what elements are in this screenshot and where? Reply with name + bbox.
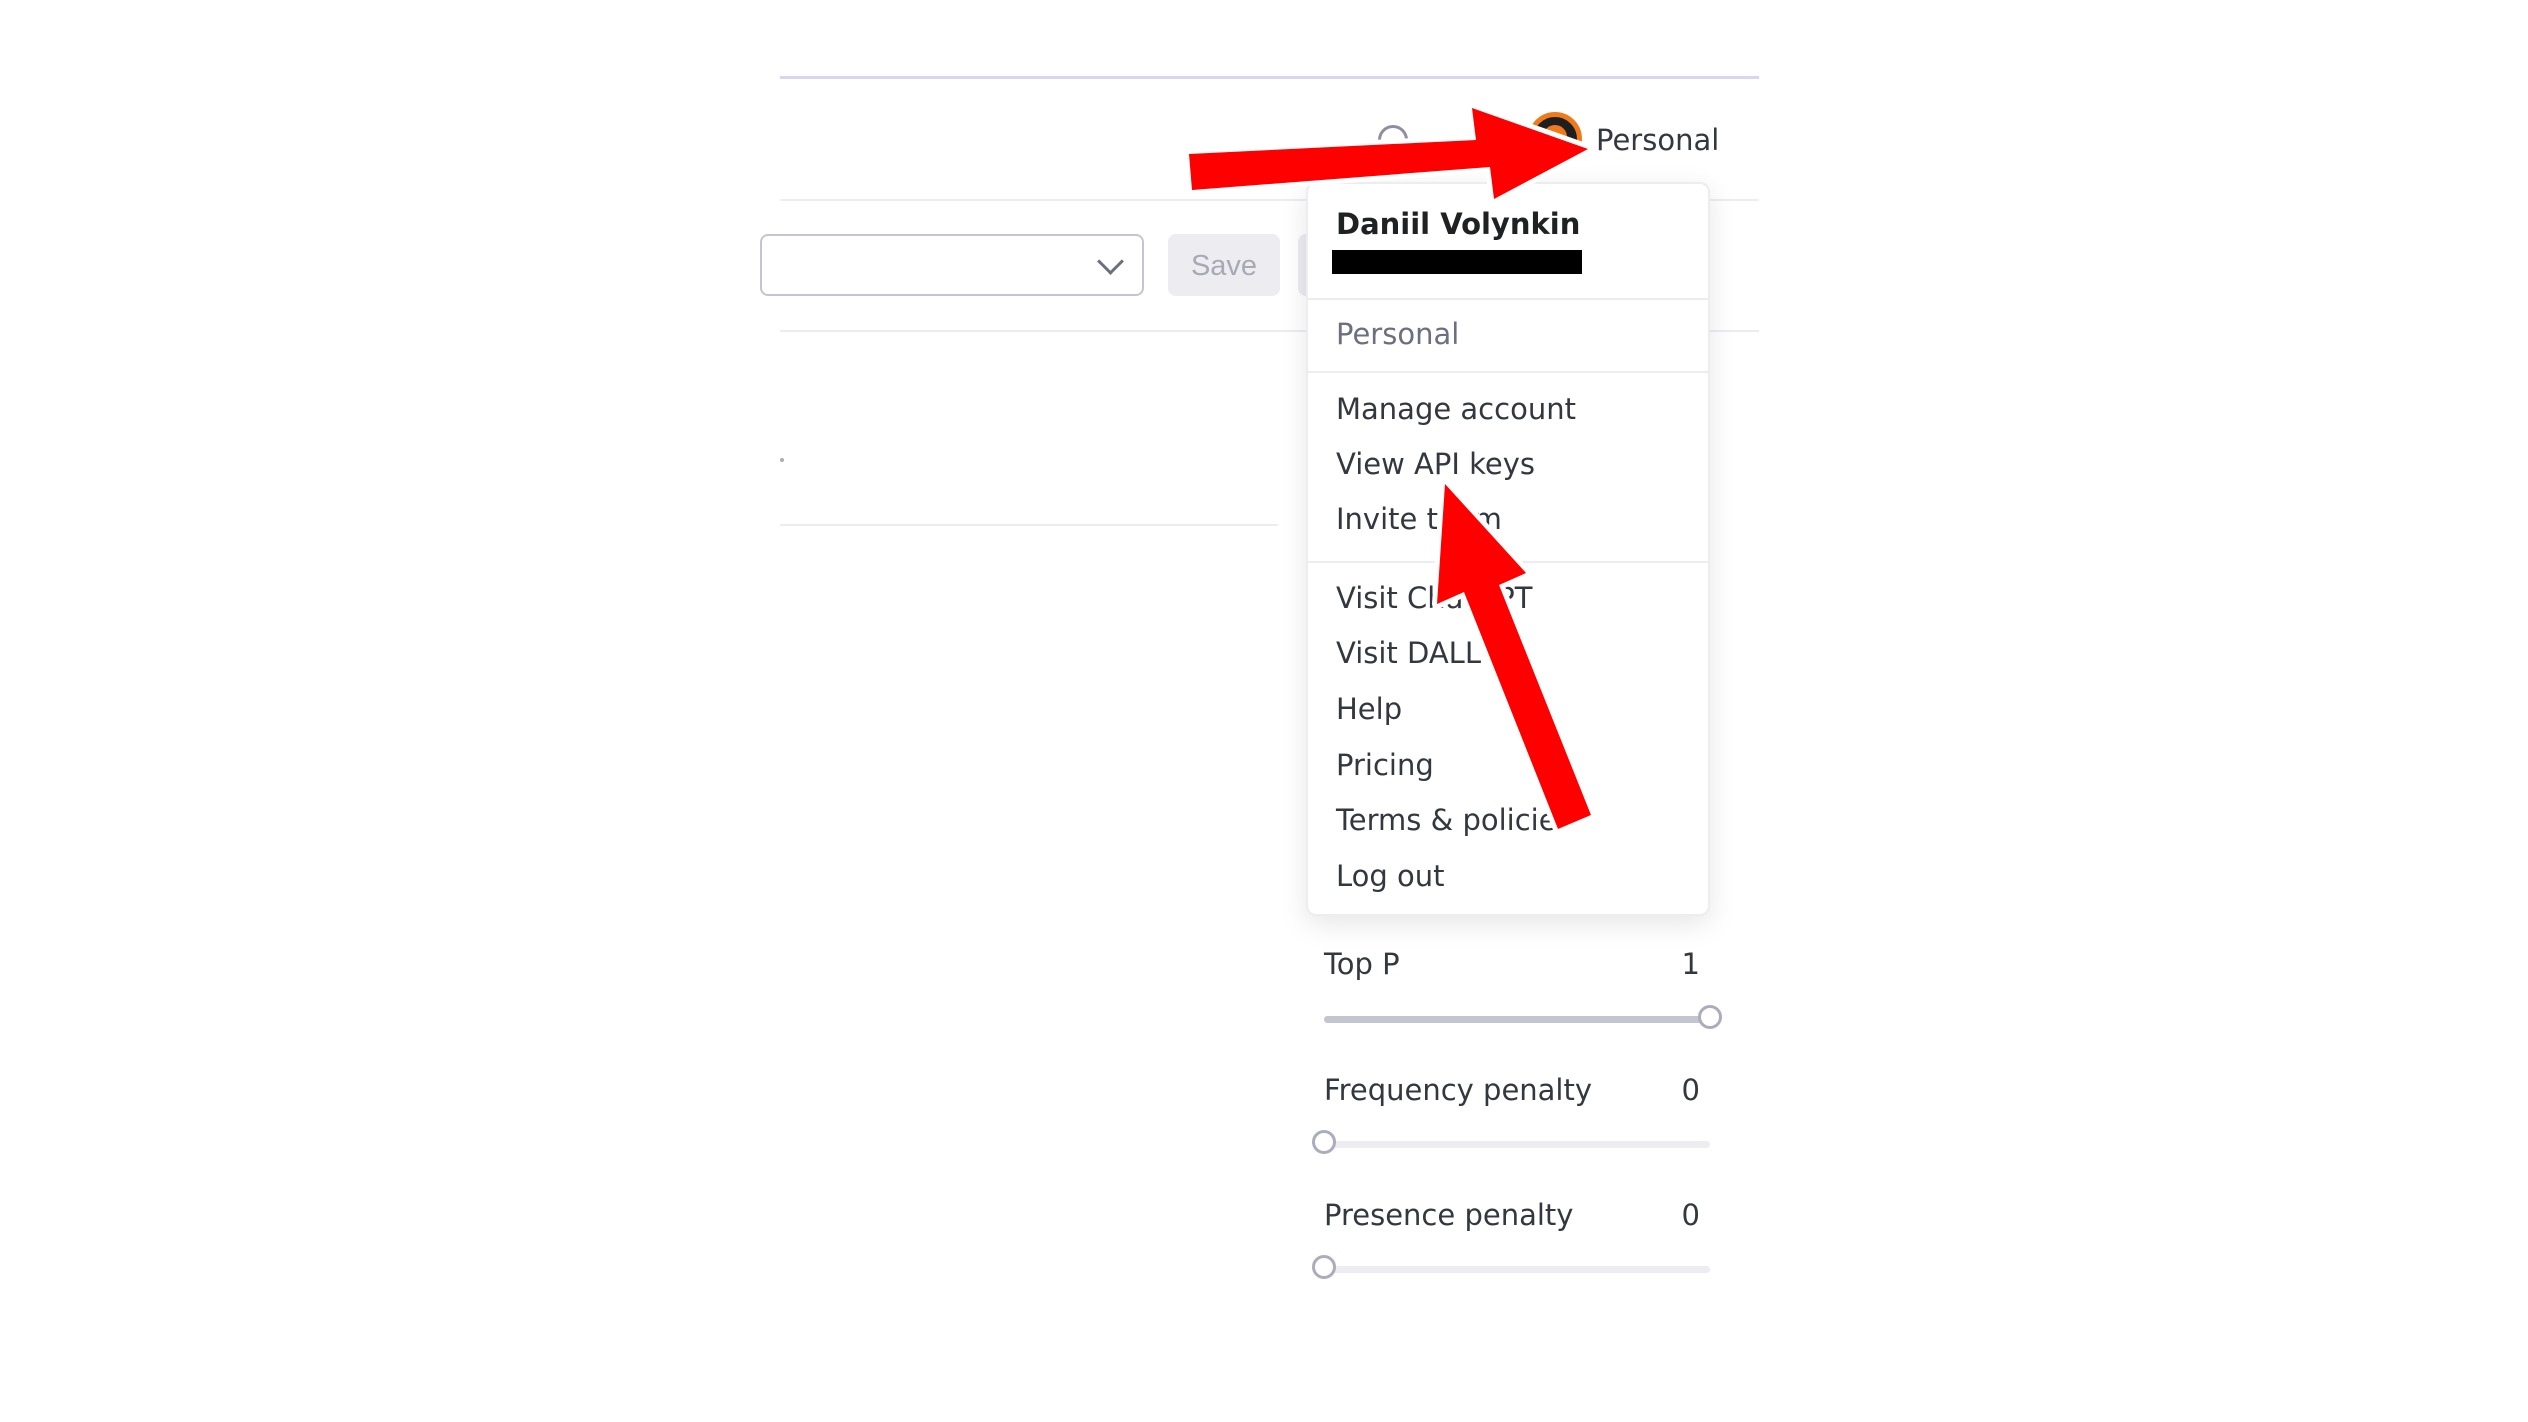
param-label-presence-penalty: Presence penalty — [1324, 1198, 1574, 1232]
param-value-presence-penalty[interactable]: 0 — [1666, 1195, 1700, 1235]
account-menu: Daniil Volynkin Personal Manage account … — [1306, 182, 1710, 916]
menu-divider — [1308, 371, 1708, 373]
menu-item-terms-policies[interactable]: Terms & policies — [1336, 800, 1572, 840]
slider-thumb[interactable] — [1312, 1255, 1336, 1279]
editor-divider — [780, 524, 1278, 526]
param-value-top-p[interactable]: 1 — [1666, 944, 1700, 984]
slider-presence-penalty[interactable] — [1312, 1255, 1710, 1279]
menu-item-pricing[interactable]: Pricing — [1336, 745, 1434, 785]
top-accent-bar — [780, 76, 1759, 79]
slider-thumb[interactable] — [1312, 1130, 1336, 1154]
menu-divider — [1308, 561, 1708, 563]
slider-fill — [1324, 1016, 1710, 1023]
preset-select[interactable] — [760, 234, 1144, 296]
save-button[interactable]: Save — [1168, 234, 1280, 296]
param-label-frequency-penalty: Frequency penalty — [1324, 1073, 1593, 1107]
param-label-top-p: Top P — [1324, 947, 1400, 981]
slider-thumb[interactable] — [1698, 1005, 1722, 1029]
menu-item-help[interactable]: Help — [1336, 689, 1402, 729]
editor-caret — [780, 458, 784, 462]
org-switcher-label[interactable]: Personal — [1596, 120, 1719, 160]
user-avatar[interactable] — [1528, 112, 1582, 166]
screenshot-stage: Personal Save Daniil Volynkin Personal M… — [0, 0, 2528, 1422]
slider-frequency-penalty[interactable] — [1312, 1130, 1710, 1154]
avatar-face — [1543, 125, 1567, 149]
menu-item-visit-dalle[interactable]: Visit DALL·E — [1336, 633, 1509, 673]
chevron-down-icon — [1097, 248, 1124, 275]
slider-top-p[interactable] — [1324, 1005, 1722, 1029]
menu-user-name: Daniil Volynkin — [1336, 207, 1581, 241]
menu-item-visit-chatgpt[interactable]: Visit ChatGPT — [1336, 578, 1532, 618]
menu-org-item[interactable]: Personal — [1336, 314, 1459, 354]
menu-item-manage-account[interactable]: Manage account — [1336, 389, 1576, 429]
menu-item-log-out[interactable]: Log out — [1336, 856, 1445, 896]
param-value-frequency-penalty[interactable]: 0 — [1666, 1070, 1700, 1110]
menu-divider — [1308, 298, 1708, 300]
redacted-email — [1332, 250, 1582, 274]
menu-item-invite-team[interactable]: Invite team — [1336, 499, 1502, 539]
menu-item-view-api-keys[interactable]: View API keys — [1336, 444, 1535, 484]
help-circle-icon[interactable] — [1378, 125, 1408, 155]
